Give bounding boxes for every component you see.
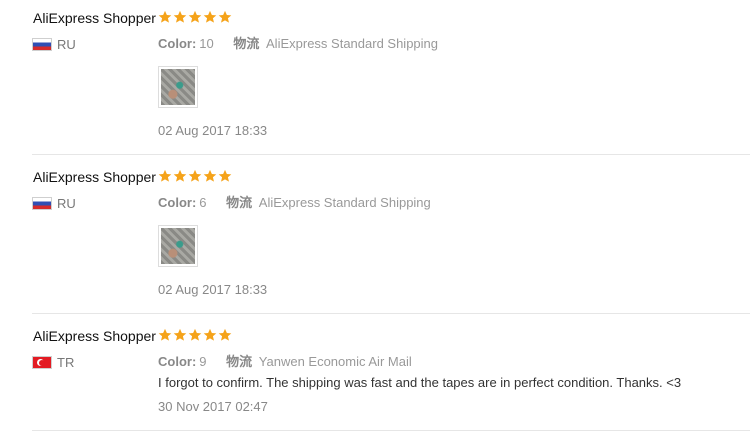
russia-flag-icon [32, 38, 52, 51]
shipping-label: 物流 [226, 195, 253, 210]
review-date: 30 Nov 2017 02:47 [158, 399, 268, 414]
reviewer-name: AliExpress Shopper [33, 169, 156, 185]
review-divider [32, 313, 750, 314]
country-code: TR [57, 355, 75, 370]
review-item: AliExpress Shopper TR Color: 9 物流 Yanwen … [0, 318, 750, 433]
review-photo [161, 228, 195, 264]
star-icon [203, 328, 217, 342]
review-photo-thumbnail[interactable] [158, 225, 198, 267]
star-icon [158, 10, 172, 24]
color-label: Color: [158, 195, 197, 210]
star-icon [218, 328, 232, 342]
reviewer-name: AliExpress Shopper [33, 328, 156, 344]
reviewer-country: RU [32, 37, 76, 52]
shipping-label: 物流 [233, 36, 260, 51]
shipping-value: Yanwen Economic Air Mail [258, 354, 412, 369]
star-icon [158, 169, 172, 183]
reviewer-name: AliExpress Shopper [33, 10, 156, 26]
star-icon [173, 169, 187, 183]
shipping-label: 物流 [226, 354, 253, 369]
turkey-flag-icon [32, 356, 52, 369]
star-rating [158, 328, 232, 342]
star-rating [158, 169, 232, 183]
review-meta: Color: 9 物流 Yanwen Economic Air Mail [158, 351, 412, 370]
star-icon [218, 169, 232, 183]
review-text: I forgot to confirm. The shipping was fa… [158, 375, 682, 390]
color-label: Color: [158, 354, 197, 369]
shipping-value: AliExpress Standard Shipping [258, 195, 431, 210]
star-icon [188, 169, 202, 183]
star-icon [158, 328, 172, 342]
star-rating [158, 10, 232, 24]
review-divider [32, 154, 750, 155]
review-photo-thumbnail[interactable] [158, 66, 198, 108]
star-icon [188, 10, 202, 24]
reviewer-country: TR [32, 355, 74, 370]
russia-flag-icon [32, 197, 52, 210]
star-icon [203, 10, 217, 24]
color-label: Color: [158, 36, 197, 51]
review-divider [32, 430, 750, 431]
color-value: 6 [199, 195, 207, 210]
review-meta: Color: 6 物流 AliExpress Standard Shipping [158, 192, 431, 211]
review-photo [161, 69, 195, 105]
star-icon [188, 328, 202, 342]
color-value: 9 [199, 354, 207, 369]
review-item: AliExpress Shopper RU Color: 10 物流 AliExp… [0, 0, 750, 155]
star-icon [173, 328, 187, 342]
review-item: AliExpress Shopper RU Color: 6 物流 AliExpr… [0, 159, 750, 314]
star-icon [173, 10, 187, 24]
review-date: 02 Aug 2017 18:33 [158, 123, 268, 138]
review-meta: Color: 10 物流 AliExpress Standard Shipping [158, 33, 438, 52]
country-code: RU [57, 37, 76, 52]
review-date: 02 Aug 2017 18:33 [158, 282, 268, 297]
color-value: 10 [199, 36, 214, 51]
star-icon [218, 10, 232, 24]
reviewer-country: RU [32, 196, 76, 211]
country-code: RU [57, 196, 76, 211]
star-icon [203, 169, 217, 183]
shipping-value: AliExpress Standard Shipping [266, 36, 439, 51]
